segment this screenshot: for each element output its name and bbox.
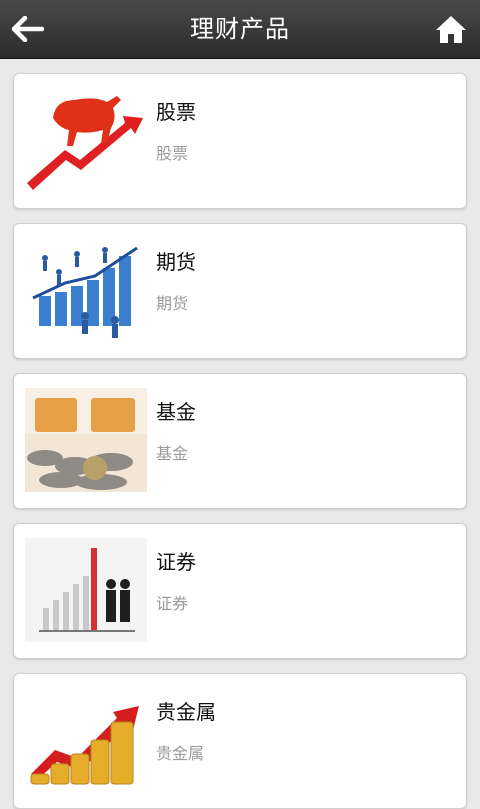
futures-bar-chart-people-image <box>25 238 147 342</box>
item-title: 基金 <box>156 400 196 424</box>
list-item[interactable]: 期货 期货 <box>13 223 467 359</box>
item-title: 股票 <box>156 100 196 124</box>
precious-metal-gold-coins-image <box>25 688 147 792</box>
top-bar: 理财产品 <box>0 0 480 59</box>
page-title: 理财产品 <box>190 15 290 43</box>
item-subtitle: 期货 <box>156 294 189 313</box>
home-button[interactable] <box>432 10 470 48</box>
stock-bull-chart-image <box>25 88 147 192</box>
list-item[interactable]: 基金 基金 <box>13 373 467 509</box>
item-title: 期货 <box>156 250 196 274</box>
list-item[interactable]: 股票 股票 <box>13 73 467 209</box>
item-subtitle: 贵金属 <box>156 744 205 763</box>
list-item[interactable]: 贵金属 贵金属 <box>13 673 467 809</box>
fund-coins-image <box>25 388 147 492</box>
item-subtitle: 股票 <box>156 144 189 163</box>
list-item[interactable]: 证券 证券 <box>13 523 467 659</box>
item-subtitle: 基金 <box>156 444 189 463</box>
product-list: 股票 股票 期货 期货 基金 基金 证券 证券 贵金属 贵金属 <box>0 59 480 809</box>
securities-handshake-chart-image <box>25 538 147 642</box>
home-icon <box>436 16 466 43</box>
item-title: 证券 <box>156 550 196 574</box>
item-title: 贵金属 <box>156 700 216 724</box>
item-subtitle: 证券 <box>156 594 189 613</box>
